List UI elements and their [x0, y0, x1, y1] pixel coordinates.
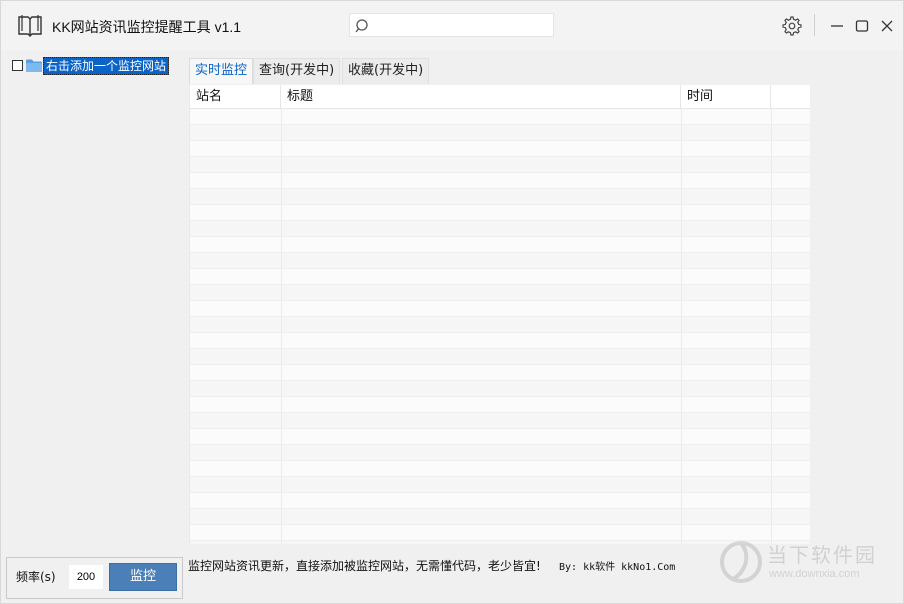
window-title: KK网站资讯监控提醒工具 v1.1	[52, 19, 242, 35]
table-row	[190, 333, 810, 349]
tree-item-checkbox[interactable]	[12, 60, 23, 71]
frequency-label: 频率(s)	[16, 570, 56, 584]
table-row	[190, 397, 810, 413]
table-row	[190, 493, 810, 509]
settings-gear-icon[interactable]	[782, 16, 802, 36]
frequency-input[interactable]	[69, 565, 103, 589]
frequency-panel: 频率(s) 监控	[6, 557, 183, 599]
column-header-blank	[771, 85, 810, 109]
table-row	[190, 365, 810, 381]
table-row	[190, 237, 810, 253]
table-row	[190, 301, 810, 317]
table-row	[190, 285, 810, 301]
maximize-icon[interactable]	[852, 16, 872, 36]
title-bar-divider	[814, 14, 815, 36]
table-header: 站名 标题 时间	[190, 85, 810, 109]
column-divider	[281, 109, 282, 544]
book-icon	[18, 15, 42, 37]
table-row	[190, 205, 810, 221]
table-body	[190, 109, 810, 544]
watermark-logo-icon	[720, 541, 762, 583]
table-row	[190, 477, 810, 493]
column-header-time[interactable]: 时间	[681, 85, 771, 109]
table-row	[190, 381, 810, 397]
monitor-button[interactable]: 监控	[109, 563, 177, 591]
title-bar: KK网站资讯监控提醒工具 v1.1	[1, 1, 903, 51]
credit-text: By: kk软件 kkNo1.Com	[559, 562, 676, 573]
table-row	[190, 109, 810, 125]
table-row	[190, 253, 810, 269]
minimize-icon[interactable]	[827, 16, 847, 36]
table-row	[190, 461, 810, 477]
table-row	[190, 173, 810, 189]
column-header-title[interactable]: 标题	[281, 85, 681, 109]
status-message: 监控网站资讯更新，直接添加被监控网站，无需懂代码，老少皆宜!	[188, 559, 541, 573]
close-icon[interactable]	[877, 16, 897, 36]
watermark: 当下软件园 www.downxia.com	[719, 537, 889, 587]
table-row	[190, 317, 810, 333]
table-row	[190, 445, 810, 461]
table-row	[190, 541, 810, 544]
site-tree[interactable]: 右击添加一个监控网站	[7, 55, 181, 545]
table-row	[190, 429, 810, 445]
app-window: KK网站资讯监控提醒工具 v1.1 右击添加一个监控网站 实时监控 查询(开发中…	[0, 0, 904, 604]
tab-query[interactable]: 查询(开发中)	[253, 58, 341, 84]
table-row	[190, 269, 810, 285]
table-row	[190, 125, 810, 141]
table-row	[190, 413, 810, 429]
search-icon	[355, 19, 368, 33]
table-row	[190, 525, 810, 541]
column-divider	[681, 109, 682, 544]
table-row	[190, 349, 810, 365]
search-input[interactable]	[376, 16, 550, 34]
table-row	[190, 221, 810, 237]
results-table[interactable]: 站名 标题 时间	[189, 85, 810, 544]
tab-realtime-monitor[interactable]: 实时监控	[189, 58, 254, 84]
watermark-url: www.downxia.com	[769, 568, 860, 580]
tab-favorites[interactable]: 收藏(开发中)	[342, 58, 430, 84]
column-divider	[771, 109, 772, 544]
table-row	[190, 157, 810, 173]
tree-item-add-site[interactable]: 右击添加一个监控网站	[43, 57, 170, 75]
folder-icon	[26, 59, 42, 72]
column-header-site-name[interactable]: 站名	[190, 85, 281, 109]
table-row	[190, 141, 810, 157]
table-row	[190, 189, 810, 205]
search-box[interactable]	[349, 13, 554, 37]
watermark-name: 当下软件园	[767, 543, 877, 567]
table-row	[190, 509, 810, 525]
